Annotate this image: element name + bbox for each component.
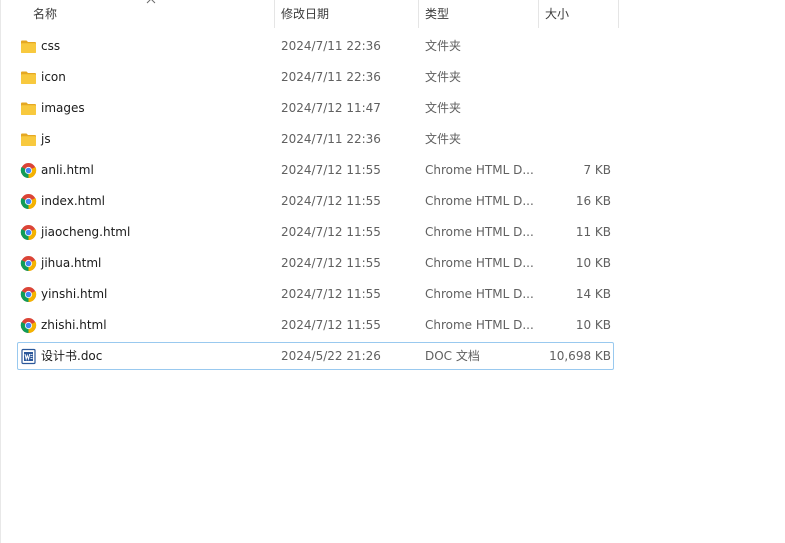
file-row-selected[interactable]: 设计书.doc 2024/5/22 21:26 DOC 文档 10,698 KB — [0, 341, 619, 372]
folder-icon — [21, 102, 36, 115]
file-name: css — [41, 39, 61, 53]
file-size — [540, 93, 611, 124]
file-type: Chrome HTML D... — [425, 318, 534, 332]
file-type: Chrome HTML D... — [425, 287, 534, 301]
file-name: anli.html — [41, 163, 94, 177]
file-type: Chrome HTML D... — [425, 225, 534, 239]
column-header-size-label: 大小 — [545, 7, 570, 21]
chrome-icon — [20, 256, 37, 271]
file-modified-date: 2024/7/12 11:55 — [281, 318, 381, 332]
file-name: js — [41, 132, 51, 146]
file-row[interactable]: images 2024/7/12 11:47 文件夹 — [0, 93, 619, 124]
file-type: 文件夹 — [425, 39, 462, 53]
file-type: Chrome HTML D... — [425, 194, 534, 208]
file-row[interactable]: anli.html 2024/7/12 11:55 Chrome HTML D.… — [0, 155, 619, 186]
chrome-icon — [20, 318, 37, 333]
column-divider[interactable] — [418, 0, 419, 28]
file-row[interactable]: index.html 2024/7/12 11:55 Chrome HTML D… — [0, 186, 619, 217]
file-size: 10,698 KB — [549, 349, 611, 363]
file-size: 14 KB — [575, 287, 611, 301]
column-header-size[interactable]: 大小 — [545, 0, 569, 28]
folder-icon — [21, 71, 36, 84]
file-row[interactable]: js 2024/7/11 22:36 文件夹 — [0, 124, 619, 155]
file-size — [540, 31, 611, 62]
column-header-type[interactable]: 类型 — [425, 0, 449, 28]
file-type: DOC 文档 — [425, 349, 480, 363]
column-divider[interactable] — [618, 0, 619, 28]
file-size: 10 KB — [575, 256, 611, 270]
file-size: 11 KB — [575, 225, 611, 239]
file-name: zhishi.html — [41, 318, 107, 332]
file-type: 文件夹 — [425, 101, 462, 115]
sort-ascending-icon — [146, 0, 156, 4]
file-type: 文件夹 — [425, 132, 462, 146]
column-header-type-label: 类型 — [425, 7, 450, 21]
file-row[interactable]: jihua.html 2024/7/12 11:55 Chrome HTML D… — [0, 248, 619, 279]
column-header: 名称 修改日期 类型 大小 — [0, 0, 619, 28]
file-size — [540, 62, 611, 93]
file-modified-date: 2024/7/12 11:55 — [281, 287, 381, 301]
file-size: 10 KB — [575, 318, 611, 332]
file-modified-date: 2024/7/11 22:36 — [281, 132, 381, 146]
file-row[interactable]: css 2024/7/11 22:36 文件夹 — [0, 31, 619, 62]
file-modified-date: 2024/5/22 21:26 — [281, 349, 381, 363]
file-modified-date: 2024/7/12 11:47 — [281, 101, 381, 115]
file-name: jiaocheng.html — [41, 225, 131, 239]
file-modified-date: 2024/7/12 11:55 — [281, 163, 381, 177]
file-name: index.html — [41, 194, 105, 208]
file-name: images — [41, 101, 85, 115]
file-modified-date: 2024/7/12 11:55 — [281, 225, 381, 239]
column-header-name[interactable]: 名称 — [33, 0, 57, 28]
file-row[interactable]: jiaocheng.html 2024/7/12 11:55 Chrome HT… — [0, 217, 619, 248]
file-modified-date: 2024/7/12 11:55 — [281, 256, 381, 270]
column-header-modified-label: 修改日期 — [281, 7, 330, 21]
file-modified-date: 2024/7/12 11:55 — [281, 194, 381, 208]
file-row[interactable]: icon 2024/7/11 22:36 文件夹 — [0, 62, 619, 93]
file-size: 7 KB — [583, 163, 611, 177]
file-row[interactable]: yinshi.html 2024/7/12 11:55 Chrome HTML … — [0, 279, 619, 310]
file-name: jihua.html — [41, 256, 102, 270]
column-header-modified[interactable]: 修改日期 — [281, 0, 329, 28]
file-name: 设计书.doc — [41, 349, 103, 363]
file-modified-date: 2024/7/11 22:36 — [281, 39, 381, 53]
file-name: yinshi.html — [41, 287, 108, 301]
file-type: Chrome HTML D... — [425, 163, 534, 177]
column-divider[interactable] — [538, 0, 539, 28]
column-divider[interactable] — [274, 0, 275, 28]
file-name: icon — [41, 70, 66, 84]
word-doc-icon — [21, 348, 36, 365]
chrome-icon — [20, 194, 37, 209]
file-size — [540, 124, 611, 155]
chrome-icon — [20, 287, 37, 302]
file-modified-date: 2024/7/11 22:36 — [281, 70, 381, 84]
file-type: Chrome HTML D... — [425, 256, 534, 270]
file-size: 16 KB — [575, 194, 611, 208]
chrome-icon — [20, 225, 37, 240]
file-type: 文件夹 — [425, 70, 462, 84]
column-header-name-label: 名称 — [33, 7, 58, 21]
file-list: css 2024/7/11 22:36 文件夹 icon 2024/7/11 2… — [0, 31, 619, 372]
folder-icon — [21, 40, 36, 53]
folder-icon — [21, 133, 36, 146]
file-row[interactable]: zhishi.html 2024/7/12 11:55 Chrome HTML … — [0, 310, 619, 341]
chrome-icon — [20, 163, 37, 178]
